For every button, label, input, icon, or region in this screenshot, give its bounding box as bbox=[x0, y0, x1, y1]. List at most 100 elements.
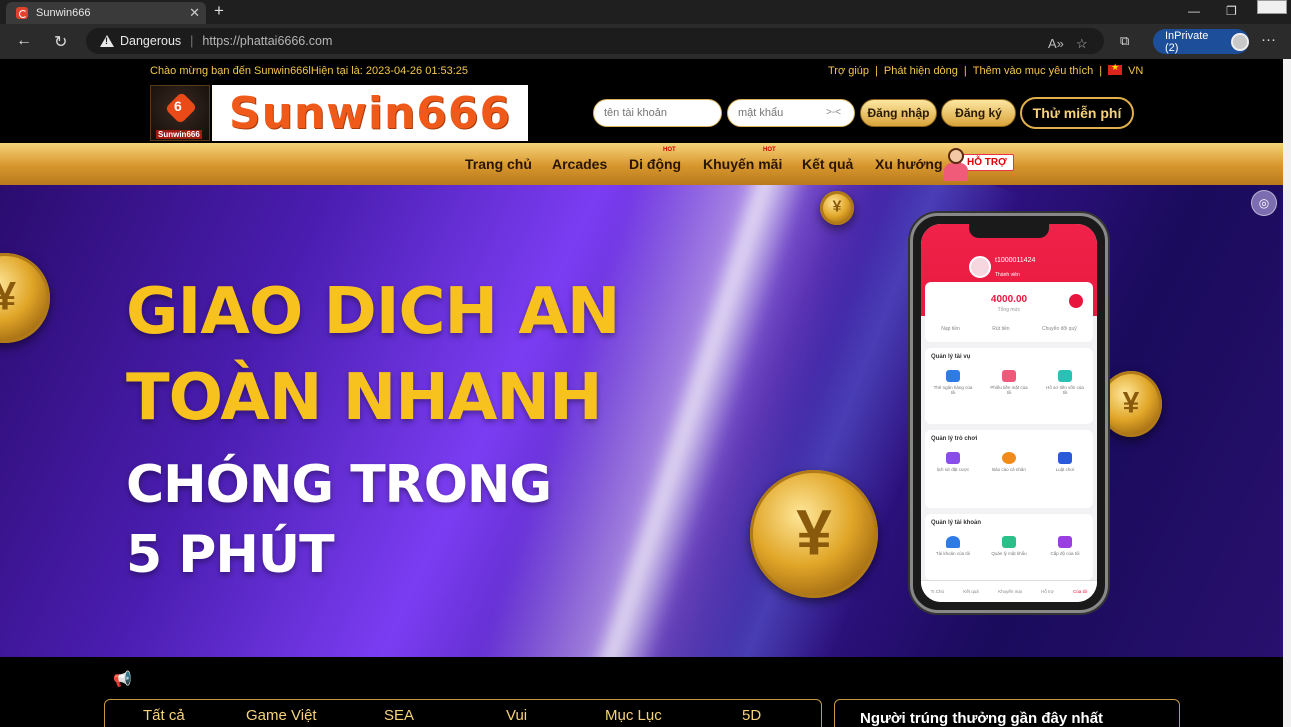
phone-section-finance: Quản lý tài vụ Thẻ ngân hàng của tôi Phi… bbox=[925, 348, 1093, 424]
hot-badge: HOT bbox=[763, 147, 776, 153]
tab-close-icon[interactable]: ✕ bbox=[189, 5, 200, 21]
gold-coin-icon: ¥ bbox=[750, 470, 878, 598]
url-divider: | bbox=[190, 34, 194, 48]
screenshot-capture-icon[interactable]: ◎ bbox=[1251, 190, 1277, 216]
back-arrow-icon[interactable]: ← bbox=[16, 32, 32, 50]
phone-balance-card: 4000.00 Tổng mức Nạp tiền Rút tiền Chuyể… bbox=[925, 282, 1093, 342]
phone-action: Rút tiền bbox=[992, 326, 1010, 332]
refresh-icon bbox=[1069, 294, 1083, 308]
site-header: 6 Sunwin666 Sunwin666 >-< Đăng nhập Đăng… bbox=[0, 83, 1283, 143]
tab-title: Sunwin666 bbox=[36, 7, 91, 19]
translate-icon[interactable]: ⧉ bbox=[1120, 33, 1129, 49]
close-window-button[interactable] bbox=[1257, 0, 1287, 14]
link-divider: | bbox=[1099, 65, 1103, 77]
new-tab-button[interactable]: + bbox=[214, 1, 224, 21]
banner-headline-3: CHÓNG TRONG bbox=[126, 455, 552, 515]
lock-icon: Quản lý mật khẩu bbox=[989, 536, 1029, 556]
tab-5d[interactable]: 5D bbox=[742, 707, 761, 724]
vietnam-flag-icon bbox=[1108, 62, 1123, 75]
address-bar[interactable]: Dangerous | https://phattai6666.com A» ☆ bbox=[86, 28, 1104, 54]
phone-action: Chuyển đổi quỹ bbox=[1041, 326, 1077, 332]
section-title: Quản lý trò chơi bbox=[931, 436, 978, 442]
page-scrollbar[interactable] bbox=[1283, 59, 1291, 727]
cash-voucher-icon: Phiếu tiền mặt của tôi bbox=[989, 370, 1029, 395]
hide-password-icon[interactable]: >-< bbox=[826, 107, 841, 118]
phone-section-account: Quản lý tài khoản Tài khoản của tôi Quản… bbox=[925, 514, 1093, 580]
support-button[interactable]: HỖ TRỢ bbox=[944, 146, 1024, 182]
phone-action: Nạp tiền bbox=[941, 326, 960, 332]
tab-all[interactable]: Tất cả bbox=[143, 707, 185, 724]
minimize-button[interactable]: — bbox=[1188, 4, 1200, 18]
avatar bbox=[969, 256, 991, 278]
help-link[interactable]: Trợ giúp bbox=[828, 65, 869, 77]
language-label: VN bbox=[1128, 65, 1144, 77]
logo-text: Sunwin666 bbox=[228, 87, 512, 139]
top-links: Trợ giúp | Phát hiện dòng | Thêm vào mục… bbox=[828, 62, 1155, 77]
phone-section-games: Quản lý trò chơi lịch sử đặt cược Báo cá… bbox=[925, 430, 1093, 508]
more-menu-icon[interactable]: ··· bbox=[1261, 31, 1276, 48]
badge-number: 6 bbox=[174, 98, 182, 114]
maximize-button[interactable]: ❐ bbox=[1226, 4, 1237, 18]
site-logo[interactable]: Sunwin666 bbox=[212, 85, 528, 141]
favorite-star-icon[interactable]: ☆ bbox=[1076, 36, 1088, 52]
banner-headline-4: 5 PHÚT bbox=[126, 525, 335, 585]
game-category-tabs: Tất cả Game Việt SEA Vui Mục Lục 5D bbox=[104, 699, 822, 727]
banner-headline-2: TOÀN NHANH bbox=[126, 361, 602, 435]
gold-coin-icon: ¥ bbox=[820, 191, 854, 225]
gold-coin-icon: ¥ bbox=[0, 253, 50, 343]
inprivate-button[interactable]: InPrivate (2) bbox=[1153, 29, 1249, 54]
megaphone-icon: 📢 bbox=[113, 671, 132, 688]
info-bar: Chào mừng bạn đến Sunwin666lHiện tại là:… bbox=[0, 59, 1283, 83]
tab-sea[interactable]: SEA bbox=[384, 707, 414, 724]
phone-mockup: t1000011424 Thành viên 4000.00 Tổng mức … bbox=[910, 213, 1108, 613]
read-aloud-icon[interactable]: A» bbox=[1048, 36, 1064, 51]
menu-item-results[interactable]: Kết quả bbox=[802, 156, 853, 172]
line-check-link[interactable]: Phát hiện dòng bbox=[884, 65, 958, 77]
warning-icon[interactable] bbox=[100, 35, 114, 47]
register-button[interactable]: Đăng ký bbox=[941, 99, 1016, 127]
menu-item-promotions[interactable]: HOT Khuyến mãi bbox=[703, 147, 783, 172]
browser-tab[interactable]: Sunwin666 ✕ bbox=[6, 2, 206, 24]
logo-badge[interactable]: 6 Sunwin666 bbox=[150, 85, 210, 141]
report-icon: Báo cáo cá nhân bbox=[989, 452, 1029, 472]
phone-tabbar: Tr.Chủ Kết quả Khuyến mại Hỗ trợ Của tôi bbox=[921, 580, 1097, 602]
menu-item-home[interactable]: Trang chủ bbox=[465, 156, 532, 172]
games-section: 📢 Tất cả Game Việt SEA Vui Mục Lục 5D Ng… bbox=[0, 657, 1283, 727]
language-selector[interactable]: VN bbox=[1108, 62, 1149, 77]
support-agent-icon bbox=[944, 146, 968, 182]
recent-winners-panel: Người trúng thưởng gần đây nhất bbox=[834, 699, 1180, 727]
tab-fun[interactable]: Vui bbox=[506, 707, 527, 724]
phone-user-id: t1000011424 bbox=[995, 257, 1036, 264]
add-favorite-link[interactable]: Thêm vào mục yêu thích bbox=[973, 65, 1093, 77]
profile-avatar bbox=[1231, 32, 1249, 51]
free-trial-button[interactable]: Thử miễn phí bbox=[1020, 97, 1134, 129]
phone-member-label: Thành viên bbox=[995, 272, 1020, 278]
hot-badge: HOT bbox=[663, 147, 676, 153]
phone-balance-label: Tổng mức bbox=[997, 307, 1021, 313]
refresh-icon[interactable]: ↻ bbox=[54, 32, 67, 52]
badge-name: Sunwin666 bbox=[156, 130, 202, 139]
web-page: Chào mừng bạn đến Sunwin666lHiện tại là:… bbox=[0, 59, 1283, 727]
phone-balance: 4000.00 bbox=[990, 294, 1028, 305]
section-title: Quản lý tài khoản bbox=[931, 520, 982, 526]
inprivate-label: InPrivate (2) bbox=[1165, 29, 1209, 54]
menu-item-mobile[interactable]: HOT Di động bbox=[629, 147, 681, 172]
site-favicon-icon bbox=[16, 7, 28, 19]
bet-history-icon: lịch sử đặt cược bbox=[933, 452, 973, 472]
login-button[interactable]: Đăng nhập bbox=[860, 99, 937, 127]
link-divider: | bbox=[963, 65, 967, 77]
username-input[interactable] bbox=[593, 99, 722, 127]
menu-item-trends[interactable]: Xu hướng bbox=[875, 156, 943, 172]
menu-item-arcades[interactable]: Arcades bbox=[552, 156, 607, 172]
recent-winners-title: Người trúng thưởng gần đây nhất bbox=[860, 710, 1104, 727]
hero-banner[interactable]: ¥ ¥ ¥ ¥ GIAO DICH AN TOÀN NHANH CHÓNG TR… bbox=[0, 185, 1283, 657]
bank-card-icon: Thẻ ngân hàng của tôi bbox=[933, 370, 973, 395]
menu-item-label: Khuyến mãi bbox=[703, 156, 783, 172]
tab-index[interactable]: Mục Lục bbox=[605, 707, 662, 724]
phone-screen: t1000011424 Thành viên 4000.00 Tổng mức … bbox=[921, 224, 1097, 602]
link-divider: | bbox=[875, 65, 878, 77]
url-text[interactable]: https://phattai6666.com bbox=[202, 34, 332, 48]
tab-game-viet[interactable]: Game Việt bbox=[246, 707, 317, 724]
security-status[interactable]: Dangerous bbox=[120, 34, 181, 48]
section-title: Quản lý tài vụ bbox=[931, 354, 971, 360]
